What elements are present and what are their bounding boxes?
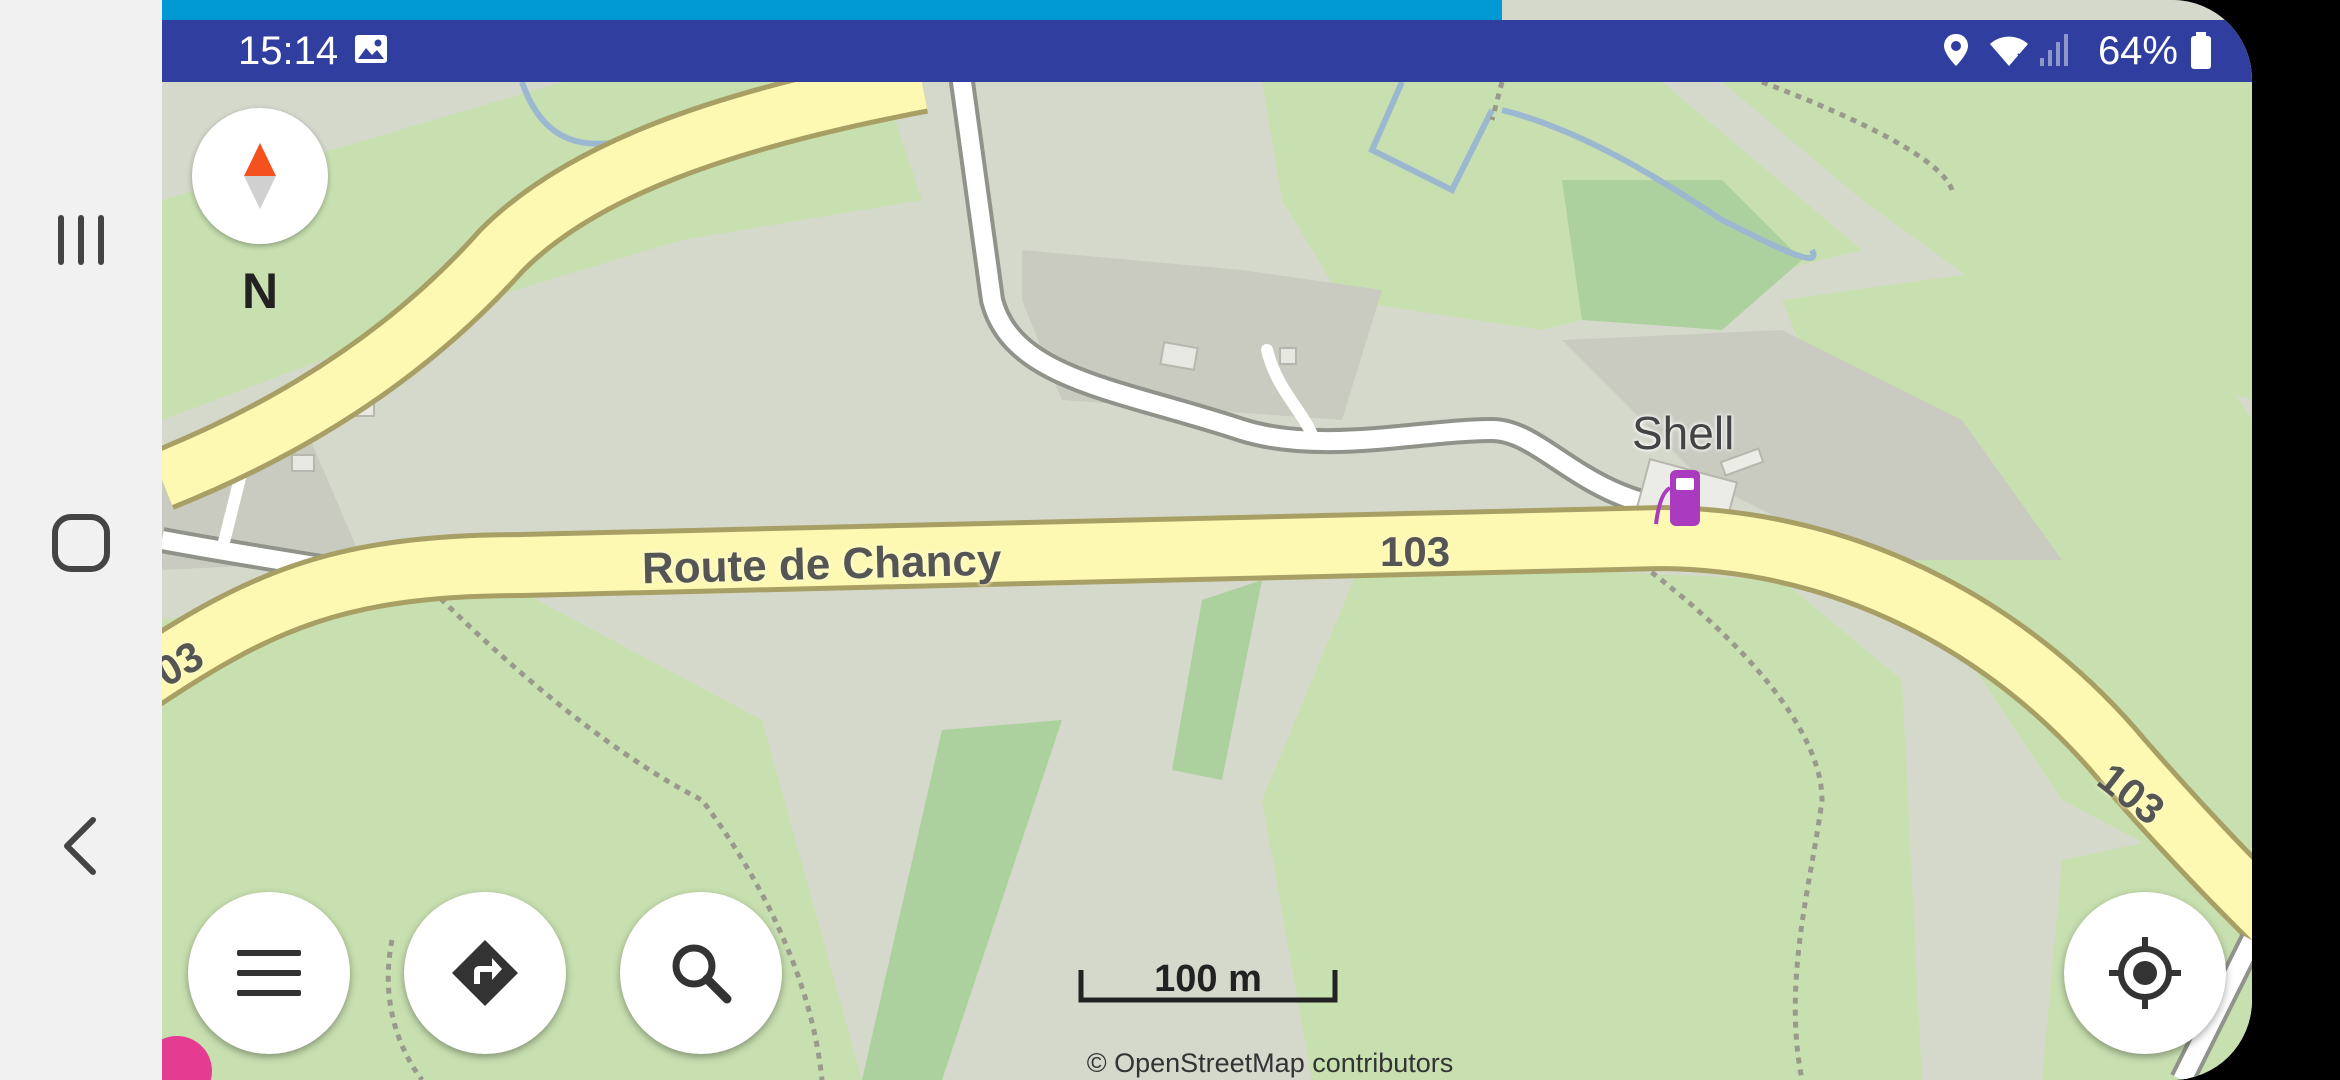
wifi-icon xyxy=(1988,32,2030,73)
directions-icon xyxy=(452,940,518,1006)
building xyxy=(1159,341,1199,371)
battery-icon xyxy=(2190,32,2212,75)
compass-button[interactable] xyxy=(192,108,328,244)
menu-button[interactable] xyxy=(188,892,350,1054)
image-icon xyxy=(354,34,388,69)
road-label-route-de-chancy: Route de Chancy xyxy=(641,535,1002,594)
map-attribution[interactable]: © OpenStreetMap contributors xyxy=(970,1048,1570,1079)
system-navigation-bar xyxy=(0,0,162,1080)
location-pin-icon xyxy=(1942,32,1970,73)
loading-progress-bar xyxy=(162,0,1502,20)
search-button[interactable] xyxy=(620,892,782,1054)
my-location-button[interactable] xyxy=(2064,892,2226,1054)
scale-bar: 100 m xyxy=(1078,958,1338,1004)
my-location-icon xyxy=(2109,937,2181,1009)
recent-apps-icon[interactable] xyxy=(41,200,121,280)
building xyxy=(1279,347,1297,365)
back-icon[interactable] xyxy=(41,806,121,886)
signal-icon xyxy=(2038,32,2068,73)
battery-percentage: 64% xyxy=(2097,29,2178,73)
poi-label-shell[interactable]: Shell xyxy=(1632,406,1734,460)
road-ref-label: 103 xyxy=(1380,528,1451,575)
search-icon xyxy=(672,944,732,1004)
status-bar: 15:14 64% xyxy=(162,20,2252,82)
app-screen: Route de Chancy 103 103 03 Shell 15:14 6… xyxy=(162,0,2252,1080)
home-icon[interactable] xyxy=(41,503,121,583)
grass-area xyxy=(1262,560,1922,1080)
compass-needle-icon xyxy=(244,143,276,209)
status-time: 15:14 xyxy=(238,29,339,73)
directions-button[interactable] xyxy=(404,892,566,1054)
scale-label: 100 m xyxy=(1154,958,1262,1000)
menu-icon xyxy=(237,950,301,996)
building xyxy=(291,454,315,472)
compass-north-label: N xyxy=(241,263,279,319)
